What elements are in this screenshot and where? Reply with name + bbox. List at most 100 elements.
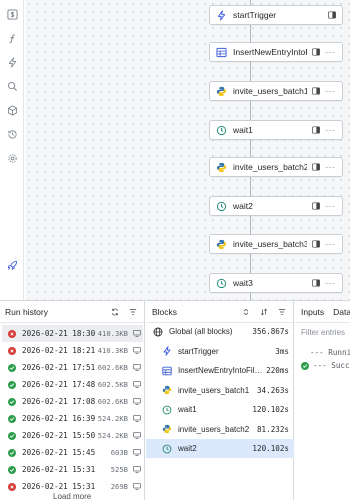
run-history-row[interactable]: 2026-02-21 16:39 524.2KB <box>2 410 143 427</box>
run-timestamp: 2026-02-21 17:08 <box>22 397 96 406</box>
flow-node-start-trigger[interactable]: startTrigger <box>209 5 343 25</box>
run-history-row[interactable]: 2026-02-21 18:21 410.3KB <box>2 342 143 359</box>
error-status-icon <box>8 346 16 355</box>
block-row[interactable]: wait2 120.102s <box>146 439 294 458</box>
block-row[interactable]: startTrigger 3ms <box>146 342 294 361</box>
run-timestamp: 2026-02-21 16:39 <box>22 414 96 423</box>
blocks-title: Blocks <box>152 306 178 317</box>
log-line-text: --- Runnin <box>310 348 350 357</box>
panel-toggle-icon[interactable] <box>311 239 321 249</box>
run-timestamp: 2026-02-21 15:31 <box>22 482 96 491</box>
panel-toggle-icon[interactable] <box>311 86 321 96</box>
filter-icon[interactable] <box>275 305 289 319</box>
function-icon[interactable] <box>4 30 20 46</box>
run-size: 525B <box>110 465 128 474</box>
run-size: 269B <box>110 482 128 491</box>
run-history-row[interactable]: 2026-02-21 17:51 602.6KB <box>2 359 143 376</box>
run-history-row[interactable]: 2026-02-21 18:30 410.3KB <box>2 325 143 342</box>
block-row[interactable]: invite_users_batch1 34.263s <box>146 381 294 400</box>
run-history-row[interactable]: 2026-02-21 17:08 602.6KB <box>2 393 143 410</box>
run-history-row[interactable]: 2026-02-21 17:48 602.5KB <box>2 376 143 393</box>
run-history-row[interactable]: 2026-02-21 15:31 525B <box>2 461 143 478</box>
clock-icon <box>161 404 172 415</box>
more-options-icon[interactable]: ··· <box>326 279 336 288</box>
rocket-icon[interactable] <box>4 257 20 273</box>
run-timestamp: 2026-02-21 15:31 <box>22 465 96 474</box>
blocks-panel: Blocks Global (all blocks) 356.867s startT… <box>146 301 294 500</box>
filter-entries-input[interactable]: Filter entries <box>301 328 345 337</box>
success-status-icon <box>8 465 16 474</box>
block-duration: 3ms <box>275 346 289 356</box>
more-options-icon[interactable]: ··· <box>326 126 336 135</box>
flow-node-invite-users-batch3[interactable]: invite_users_batch3 ··· <box>209 234 343 254</box>
block-row[interactable]: Global (all blocks) 356.867s <box>146 322 294 341</box>
block-row[interactable]: invite_users_batch2 81.232s <box>146 420 294 439</box>
success-status-icon <box>8 380 16 389</box>
run-history-row[interactable]: 2026-02-21 15:45 603B <box>2 444 143 461</box>
more-options-icon[interactable]: ··· <box>326 202 336 211</box>
clock-icon <box>215 124 227 136</box>
python-icon <box>215 238 227 250</box>
bottom-panels: Run history 2026-02-21 18:30 410.3KB 2026-… <box>0 300 350 500</box>
monitor-icon <box>132 398 141 406</box>
run-size: 410.3KB <box>97 329 128 338</box>
flow-node-wait1[interactable]: wait1 ··· <box>209 120 343 140</box>
flow-node-wait3[interactable]: wait3 ··· <box>209 273 343 293</box>
more-options-icon[interactable]: ··· <box>326 87 336 96</box>
run-history-row[interactable]: 2026-02-21 15:50 524.2KB <box>2 427 143 444</box>
flow-node-wait2[interactable]: wait2 ··· <box>209 196 343 216</box>
success-status-icon <box>8 431 16 440</box>
run-size: 524.2KB <box>97 431 128 440</box>
history-icon[interactable] <box>4 126 20 142</box>
more-options-icon[interactable]: ··· <box>326 163 336 172</box>
tab-inputs[interactable]: Inputs <box>301 307 324 317</box>
load-more-button[interactable]: Load more <box>53 492 91 500</box>
panel-toggle-icon[interactable] <box>311 125 321 135</box>
more-options-icon[interactable]: ··· <box>326 48 336 57</box>
flow-node-invite-users-batch2[interactable]: invite_users_batch2 ··· <box>209 157 343 177</box>
zap-icon[interactable] <box>4 54 20 70</box>
flow-node-label: wait3 <box>233 278 253 288</box>
flow-node-label: wait2 <box>233 201 253 211</box>
more-options-icon[interactable]: ··· <box>326 240 336 249</box>
panel-toggle-icon[interactable] <box>327 10 337 20</box>
dollar-icon[interactable] <box>4 6 20 22</box>
panel-toggle-icon[interactable] <box>311 47 321 57</box>
python-icon <box>161 385 172 396</box>
run-timestamp: 2026-02-21 15:50 <box>22 431 96 440</box>
zap-icon <box>215 9 227 21</box>
flow-node-label: invite_users_batch2 <box>233 162 307 172</box>
run-size: 524.2KB <box>97 414 128 423</box>
block-row[interactable]: InsertNewEntryIntoFiles... 220ms <box>146 361 294 380</box>
sort-arrows-icon[interactable] <box>257 305 271 319</box>
panel-toggle-icon[interactable] <box>311 162 321 172</box>
run-timestamp: 2026-02-21 18:21 <box>22 346 96 355</box>
run-timestamp: 2026-02-21 17:48 <box>22 380 96 389</box>
flow-node-insert-new-entry[interactable]: InsertNewEntryIntoFil... ··· <box>209 42 343 62</box>
run-history-header: Run history <box>0 301 144 323</box>
flow-node-label: InsertNewEntryIntoFil... <box>233 47 307 57</box>
monitor-icon <box>132 330 141 338</box>
run-history-title: Run history <box>5 306 48 317</box>
python-icon <box>215 161 227 173</box>
filter-icon[interactable] <box>126 305 140 319</box>
monitor-icon <box>132 466 141 474</box>
block-duration: 220ms <box>266 366 289 375</box>
flow-canvas[interactable]: startTrigger InsertNewEntryIntoFil... ··… <box>25 0 350 300</box>
flow-node-label: invite_users_batch3 <box>233 239 307 249</box>
block-row[interactable]: wait1 120.102s <box>146 400 294 419</box>
search-icon[interactable] <box>4 78 20 94</box>
package-icon[interactable] <box>4 102 20 118</box>
panel-toggle-icon[interactable] <box>311 278 321 288</box>
block-duration: 356.867s <box>252 327 289 336</box>
block-label: invite_users_batch2 <box>178 424 250 434</box>
sort-icon[interactable] <box>239 305 253 319</box>
table-icon <box>161 365 172 376</box>
block-duration: 120.102s <box>252 444 289 453</box>
refresh-icon[interactable] <box>108 305 122 319</box>
tab-data[interactable]: Data <box>333 307 350 317</box>
panel-toggle-icon[interactable] <box>311 201 321 211</box>
flow-node-invite-users-batch1[interactable]: invite_users_batch1 ··· <box>209 81 343 101</box>
settings-icon[interactable] <box>4 150 20 166</box>
run-size: 602.6KB <box>97 397 128 406</box>
